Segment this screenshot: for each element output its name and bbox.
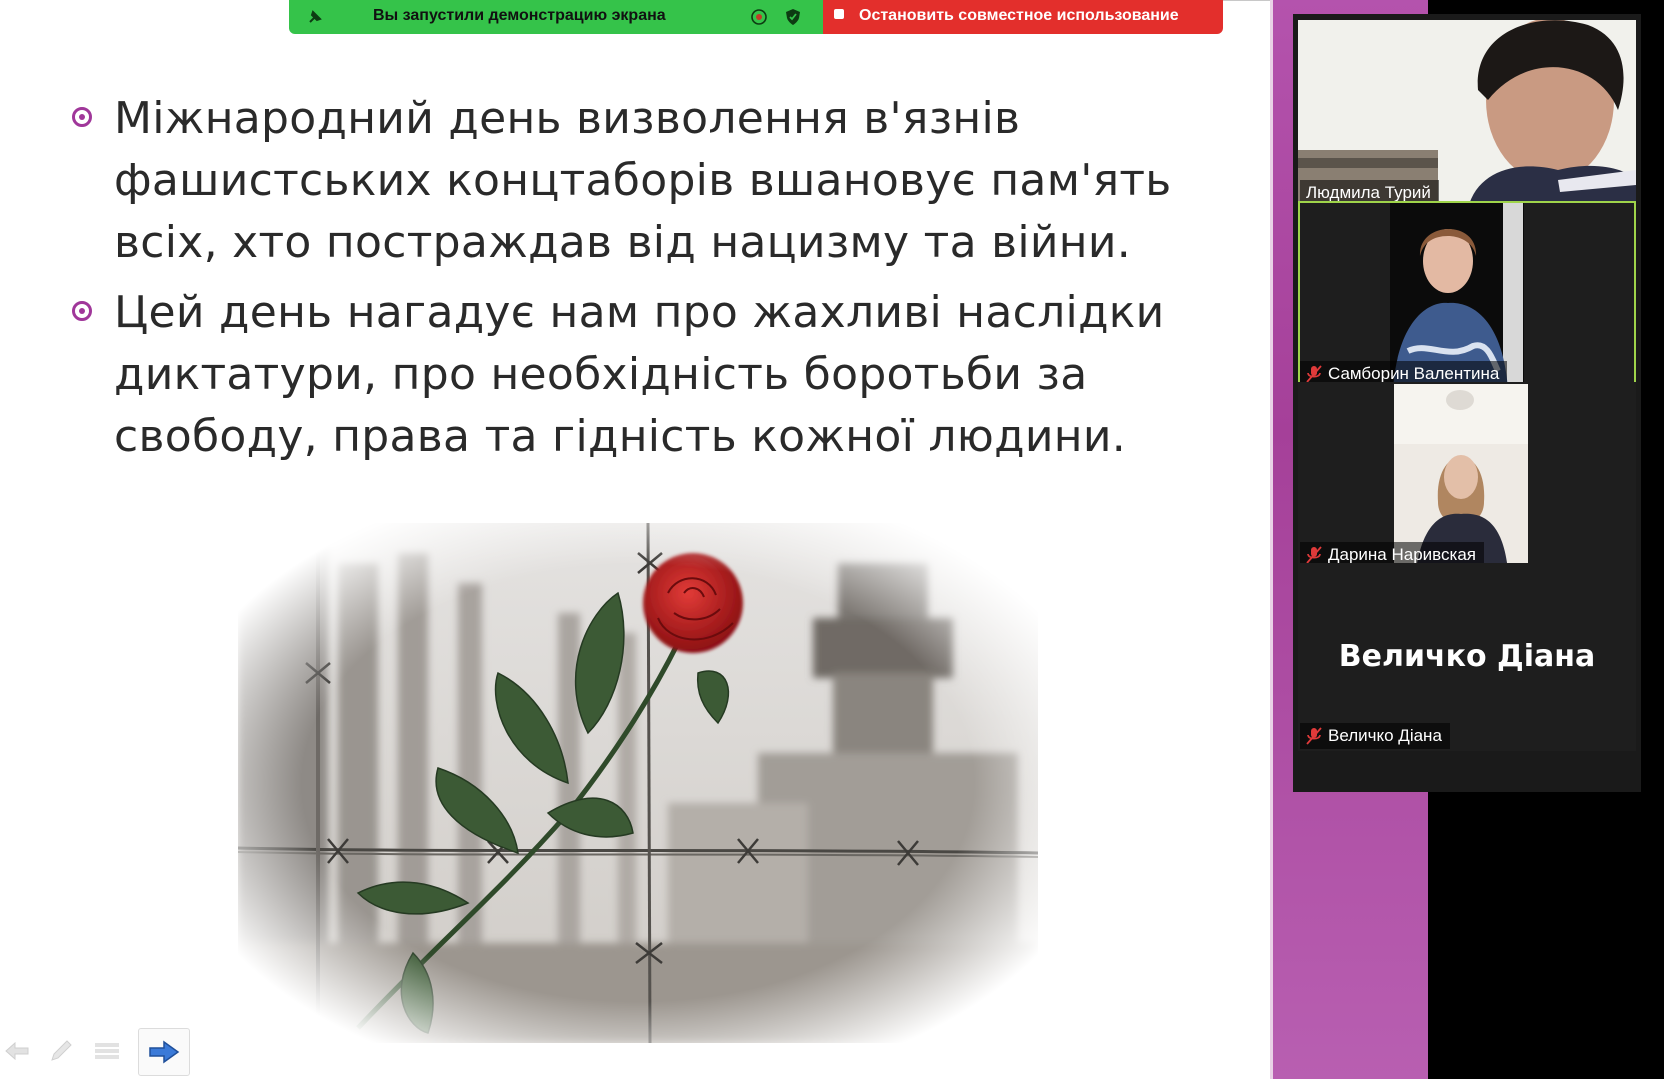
participant-name-label: Величко Діана: [1300, 723, 1450, 749]
muted-mic-icon: [1306, 727, 1322, 745]
participant-video-tile[interactable]: Дарина Наривская: [1298, 382, 1636, 570]
screen-share-banner: Вы запустили демонстрацию экрана Останов…: [289, 0, 1223, 34]
slide-navigation-bar: [0, 1028, 200, 1076]
presentation-slide: Міжнародний день визволення в'язнів фаши…: [0, 0, 1270, 1079]
slide-bullet-list: Міжнародний день визволення в'язнів фаши…: [70, 88, 1220, 476]
slide-edge: [1270, 0, 1273, 1079]
participant-video-tile[interactable]: Людмила Турий: [1298, 20, 1636, 208]
muted-mic-icon: [1306, 546, 1322, 564]
share-status-bar[interactable]: Вы запустили демонстрацию экрана: [289, 0, 823, 34]
muted-mic-icon: [1306, 365, 1322, 383]
participant-video-tile[interactable]: Самборин Валентина: [1298, 201, 1636, 389]
stop-icon: [829, 4, 849, 24]
stop-share-button[interactable]: Остановить совместное использование: [823, 0, 1223, 34]
stop-share-label: Остановить совместное использование: [859, 7, 1179, 24]
menu-icon[interactable]: [90, 1034, 124, 1068]
participant-name: Самборин Валентина: [1328, 364, 1500, 383]
back-arrow-icon[interactable]: [0, 1034, 34, 1068]
bullet-circle-icon: [72, 301, 92, 321]
participant-name: Дарина Наривская: [1328, 545, 1476, 564]
rose-barbed-wire-photo: [237, 522, 1039, 1044]
bullet-circle-icon: [72, 107, 92, 127]
slide-bullet: Цей день нагадує нам про жахливі наслідк…: [70, 282, 1220, 468]
participant-video-tile[interactable]: Величко Діана Величко Діана: [1298, 563, 1636, 751]
share-status-text: Вы запустили демонстрацию экрана: [373, 7, 666, 24]
next-arrow-icon[interactable]: [138, 1028, 190, 1076]
slide-bullet: Міжнародний день визволення в'язнів фаши…: [70, 88, 1220, 274]
pin-icon[interactable]: [305, 7, 325, 27]
recording-indicator-icon: [749, 7, 769, 27]
slide-bullet-text: Міжнародний день визволення в'язнів фаши…: [114, 93, 1172, 268]
participants-video-panel: Людмила Турий Самборин Валентина Дарина …: [1293, 14, 1641, 792]
participant-name: Величко Діана: [1328, 726, 1442, 745]
participant-display-name: Величко Діана: [1338, 639, 1596, 674]
participant-name: Людмила Турий: [1306, 183, 1431, 202]
pen-icon[interactable]: [44, 1034, 78, 1068]
shield-icon[interactable]: [783, 7, 803, 27]
slide-bullet-text: Цей день нагадує нам про жахливі наслідк…: [114, 287, 1165, 462]
